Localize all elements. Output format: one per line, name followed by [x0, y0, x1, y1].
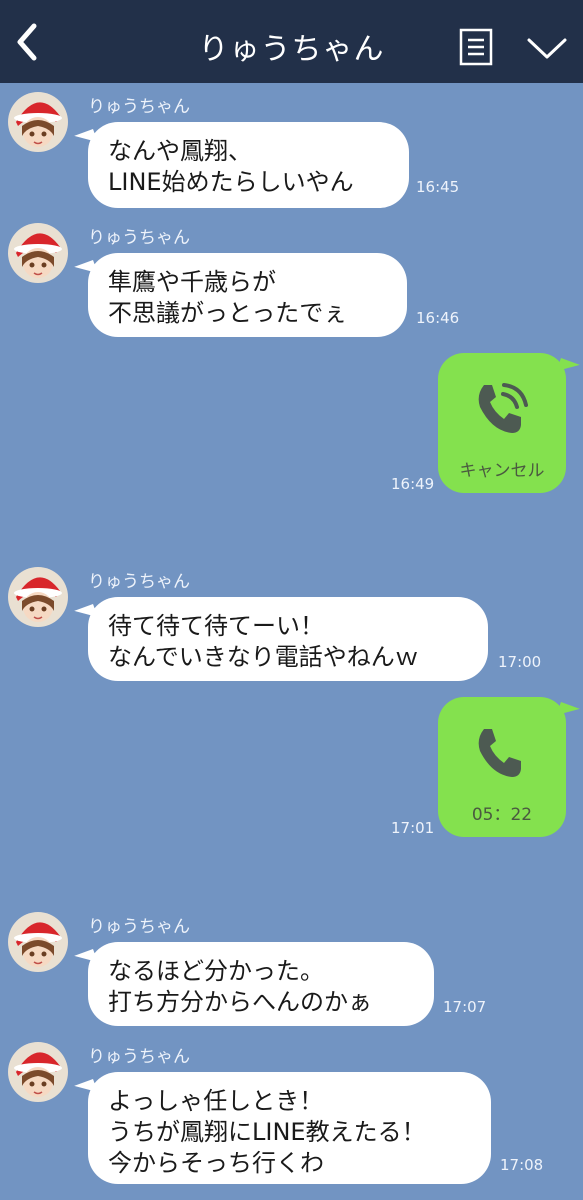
- avatar[interactable]: [8, 92, 68, 152]
- message-time: 17:08: [500, 1156, 544, 1174]
- message-time: 17:07: [443, 998, 487, 1016]
- chat-title: りゅうちゃん: [198, 32, 385, 67]
- sender-name: りゅうちゃん: [88, 97, 190, 117]
- message-bubble[interactable]: なるほど分かった。 打ち方分からへんのかぁ: [88, 942, 434, 1026]
- message-time: 16:46: [416, 309, 460, 327]
- avatar[interactable]: [8, 567, 68, 627]
- sender-name: りゅうちゃん: [88, 917, 190, 937]
- chat-header: りゅうちゃん: [0, 0, 583, 83]
- outgoing-call-bubble[interactable]: 05：22: [438, 697, 566, 837]
- phone-icon: [470, 723, 532, 785]
- message-bubble[interactable]: 隼鷹や千歳らが 不思議がっとったでぇ: [88, 253, 407, 337]
- message-bubble[interactable]: よっしゃ任しとき！ うちが鳳翔にLINE教えたる！ 今からそっち行くわ: [88, 1072, 491, 1184]
- message-time: 17:01: [391, 819, 435, 837]
- message-time: 16:49: [391, 475, 435, 493]
- avatar[interactable]: [8, 1042, 68, 1102]
- message-bubble[interactable]: 待て待て待てーい！ なんでいきなり電話やねんｗ: [88, 597, 488, 681]
- avatar[interactable]: [8, 912, 68, 972]
- sender-name: りゅうちゃん: [88, 228, 190, 248]
- outgoing-call-icon: [470, 379, 532, 441]
- call-status-label: キャンセル: [459, 461, 545, 481]
- avatar[interactable]: [8, 223, 68, 283]
- outgoing-call-bubble[interactable]: キャンセル: [438, 353, 566, 493]
- sender-name: りゅうちゃん: [88, 1047, 190, 1067]
- chevron-down-icon[interactable]: [525, 33, 569, 63]
- notes-icon[interactable]: [459, 28, 493, 66]
- message-time: 17:00: [498, 653, 542, 671]
- sender-name: りゅうちゃん: [88, 572, 190, 592]
- call-duration-label: 05：22: [471, 805, 533, 825]
- message-time: 16:45: [416, 178, 460, 196]
- message-bubble[interactable]: なんや鳳翔、 LINE始めたらしいやん: [88, 122, 409, 208]
